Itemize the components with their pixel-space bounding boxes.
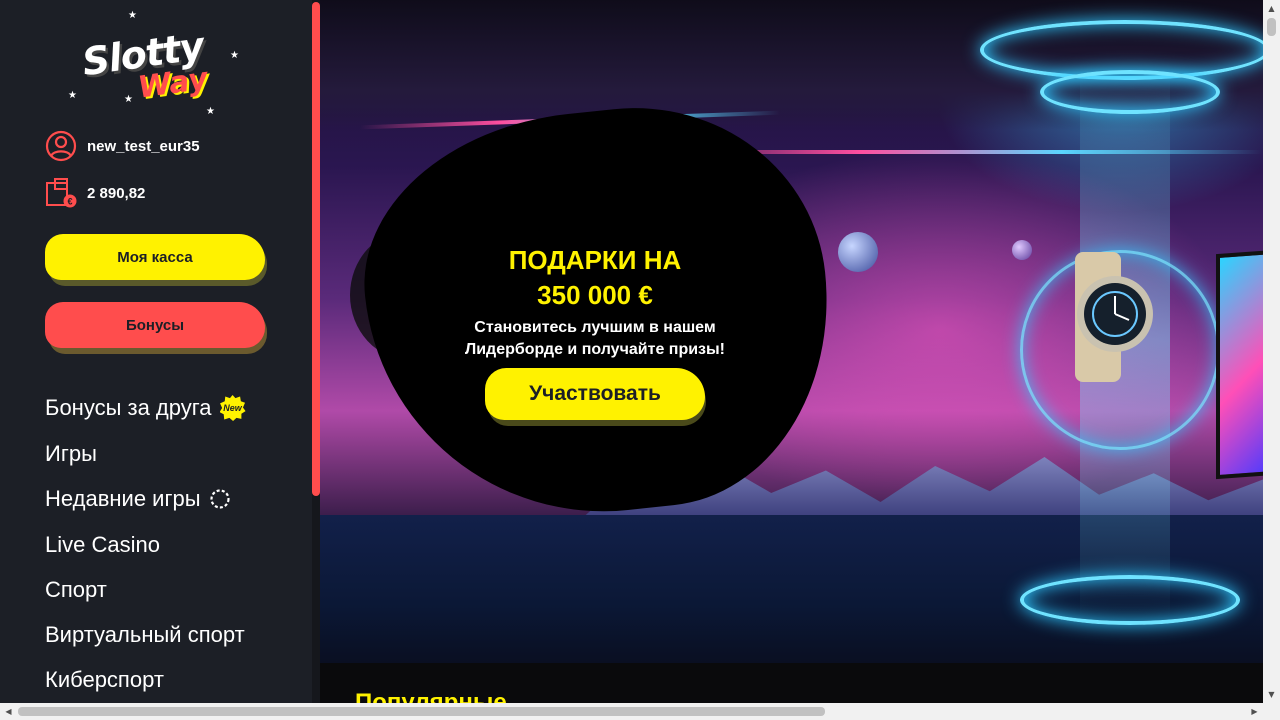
- promo-title-line2: 350 000 €: [537, 280, 653, 310]
- nav-item-virtual-sport[interactable]: Виртуальный спорт: [45, 612, 246, 657]
- nav-item-label: Недавние игры: [45, 486, 201, 511]
- page-horizontal-scrollbar[interactable]: ◀ ▶: [0, 703, 1280, 720]
- horizontal-scrollbar-thumb[interactable]: [18, 707, 825, 716]
- promo-subtitle-line1: Становитесь лучшим в нашем: [474, 319, 716, 336]
- star-decoration-icon: ★: [206, 106, 215, 117]
- sidebar-scrollbar[interactable]: [312, 0, 320, 703]
- tv-prize-image: [1216, 249, 1263, 480]
- popular-section-title: Популярные: [355, 689, 507, 703]
- planet-decoration: [1012, 240, 1032, 260]
- scroll-right-arrow-icon[interactable]: ▶: [1246, 703, 1263, 720]
- bonuses-button[interactable]: Бонусы: [45, 302, 265, 348]
- balance-amount: 2 890,82: [87, 184, 146, 202]
- balance-row[interactable]: € 2 890,82: [45, 177, 145, 209]
- star-decoration-icon: ★: [124, 94, 133, 105]
- cashier-button-wrap: Моя касса: [45, 234, 267, 286]
- star-decoration-icon: ★: [128, 10, 137, 21]
- main-nav: Бонусы за друга New Игры Недавние игры L…: [45, 385, 246, 702]
- star-decoration-icon: ★: [68, 90, 77, 101]
- nav-item-label: Киберспорт: [45, 666, 164, 692]
- scroll-left-arrow-icon[interactable]: ◀: [0, 703, 17, 720]
- brand-logo[interactable]: ★ ★ ★ ★ ★ Slotty Way: [60, 10, 250, 120]
- nav-item-recent-games[interactable]: Недавние игры: [45, 476, 246, 522]
- user-profile-row[interactable]: new_test_eur35: [45, 130, 200, 162]
- nav-item-sport[interactable]: Спорт: [45, 567, 246, 612]
- nav-item-label: Live Casino: [45, 531, 160, 557]
- user-circle-icon: [45, 130, 77, 162]
- planet-decoration: [838, 232, 878, 272]
- nav-item-label: Игры: [45, 440, 97, 466]
- participate-button[interactable]: Участвовать: [485, 368, 705, 420]
- wallet-euro-icon: €: [46, 178, 77, 208]
- main-content: ПОДАРКИ НА 350 000 € Становитесь лучшим …: [320, 0, 1263, 703]
- portal-ring-decoration: [1040, 70, 1220, 114]
- svg-text:€: €: [67, 197, 72, 207]
- portal-ring-decoration: [1020, 575, 1240, 625]
- nav-item-label: Спорт: [45, 576, 107, 602]
- star-decoration-icon: ★: [230, 50, 239, 61]
- promo-banner[interactable]: ПОДАРКИ НА 350 000 € Становитесь лучшим …: [320, 0, 1263, 663]
- nav-item-esports[interactable]: Киберспорт: [45, 657, 246, 702]
- promo-text-block: ПОДАРКИ НА 350 000 € Становитесь лучшим …: [430, 243, 760, 361]
- scroll-down-arrow-icon[interactable]: ▼: [1263, 686, 1280, 703]
- participate-button-wrap: Участвовать: [485, 368, 707, 426]
- smartwatch-prize-image: [1075, 252, 1153, 382]
- new-badge: New: [219, 395, 246, 421]
- nav-item-refer-friend[interactable]: Бонусы за друга New: [45, 385, 246, 431]
- sidebar: ★ ★ ★ ★ ★ Slotty Way new_test_eur35 € 2: [0, 0, 320, 703]
- scroll-up-arrow-icon[interactable]: ▲: [1263, 0, 1280, 17]
- cashier-button[interactable]: Моя касса: [45, 234, 265, 280]
- app-window: ★ ★ ★ ★ ★ Slotty Way new_test_eur35 € 2: [0, 0, 1280, 720]
- page-vertical-scrollbar[interactable]: ▲ ▼: [1263, 0, 1280, 703]
- sidebar-scrollbar-thumb[interactable]: [312, 2, 320, 496]
- nav-item-label: Бонусы за друга: [45, 395, 212, 420]
- username: new_test_eur35: [87, 137, 200, 155]
- loading-spinner-icon: [209, 489, 230, 509]
- nav-item-live-casino[interactable]: Live Casino: [45, 522, 246, 567]
- promo-subtitle-line2: Лидерборде и получайте призы!: [464, 341, 725, 358]
- nav-item-games[interactable]: Игры: [45, 431, 246, 476]
- bonuses-button-wrap: Бонусы: [45, 302, 267, 354]
- promo-title-line1: ПОДАРКИ НА: [508, 245, 682, 275]
- vertical-scrollbar-thumb[interactable]: [1267, 18, 1276, 36]
- nav-item-label: Виртуальный спорт: [45, 621, 245, 647]
